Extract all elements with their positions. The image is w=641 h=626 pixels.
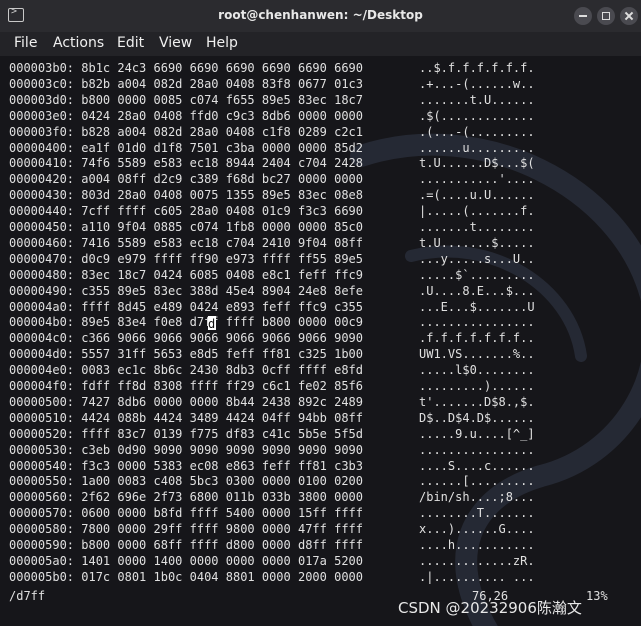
hexdump-row: 000005a0: 1401 0000 1400 0000 0000 0000 … <box>9 553 364 568</box>
hexdump-ascii: .......t........ <box>419 220 535 234</box>
hexdump-ascii: .(...-(......... <box>419 124 535 139</box>
close-button[interactable] <box>620 7 638 25</box>
hexdump-row: 00000590: b800 0000 68ff ffff d800 0000 … <box>9 538 364 552</box>
hexdump-ascii: .......t.U...... <box>419 92 535 107</box>
maximize-button[interactable] <box>597 7 615 25</box>
hexdump-row: 00000520: ffff 83c7 0139 f775 df83 c41c … <box>9 426 364 441</box>
hexdump-ascii: .|.......... ... <box>419 569 535 584</box>
hexdump-ascii: .....$`......... <box>419 267 535 282</box>
menu-view[interactable]: View <box>159 35 192 51</box>
hexdump-row: 00000450: a110 9f04 0885 c074 1fb8 0000 … <box>9 220 364 234</box>
hexdump-row: 000005b0: 017c 0801 1b0c 0404 8801 0000 … <box>9 569 364 584</box>
hexdump-ascii: ......[......... <box>419 474 535 489</box>
menu-file[interactable]: File <box>14 35 37 51</box>
menu-bar: File Actions Edit View Help <box>0 32 641 56</box>
hexdump-ascii: |.....(.......f. <box>419 204 535 219</box>
terminal-area[interactable]: 000003b0: 8b1c 24c3 6690 6690 6690 6690 … <box>0 56 641 626</box>
hexdump-ascii: .$(............. <box>419 108 535 123</box>
hexdump-row: 00000400: ea1f 01d0 d1f8 7501 c3ba 0000 … <box>9 140 364 155</box>
hexdump-ascii: .........)...... <box>419 379 535 393</box>
hexdump-ascii: ...........'.... <box>419 172 535 187</box>
hexdump-ascii: D$..D$4.D$...... <box>419 410 535 425</box>
hexdump-ascii: .f.f.f.f.f.f.f.. <box>419 331 535 346</box>
hexdump-row: 000004a0: ffff 8d45 e489 0424 e893 feff … <box>9 299 364 314</box>
hexdump-ascii: t'.......D$8.,$. <box>419 394 535 409</box>
hexdump-row: 000004b0: 89e5 83e4 f0e8 d7ff ffff b800 … <box>9 315 364 330</box>
hexdump-ascii: ..$.f.f.f.f.f.f. <box>419 61 535 75</box>
hexdump-row: 000003c0: b82b a004 082d 28a0 0408 83f8 … <box>9 76 364 91</box>
hexdump-ascii: ....S....c...... <box>419 458 535 473</box>
watermark: CSDN @20232906陈瀚文 <box>398 599 582 617</box>
hexdump-ascii: .+...-(......w.. <box>419 76 535 91</box>
scroll-percent: 13% <box>586 589 608 603</box>
hexdump-row: 000004d0: 5557 31ff 5653 e8d5 feff ff81 … <box>9 347 364 362</box>
menu-edit[interactable]: Edit <box>117 35 144 51</box>
hexdump-row: 000003b0: 8b1c 24c3 6690 6690 6690 6690 … <box>9 61 364 75</box>
hexdump-ascii: t.U.......$..... <box>419 235 535 250</box>
hexdump-row: 00000440: 7cff ffff c605 28a0 0408 01c9 … <box>9 204 364 219</box>
hexdump-row: 000003f0: b828 a004 082d 28a0 0408 c1f8 … <box>9 124 364 139</box>
menu-actions[interactable]: Actions <box>53 35 104 51</box>
hexdump-ascii: .............zR. <box>419 553 535 568</box>
hexdump-row: 00000470: d0c9 e979 ffff ff90 e973 ffff … <box>9 251 364 266</box>
hexdump-row: 00000460: 7416 5589 e583 ec18 c704 2410 … <box>9 235 364 250</box>
hexdump-row: 000004f0: fdff ff8d 8308 ffff ff29 c6c1 … <box>9 379 364 393</box>
hexdump-row: 000004c0: c366 9066 9066 9066 9066 9066 … <box>9 331 364 346</box>
hexdump-ascii: ...E...$.......U <box>419 299 535 314</box>
hexdump-ascii: .=(....u.U...... <box>419 188 535 203</box>
hexdump-ascii: ...y.....s...U.. <box>419 251 535 266</box>
hexdump-ascii: ....h........... <box>419 538 535 552</box>
hexdump-ascii: x...)......G.... <box>419 522 535 537</box>
hexdump-ascii: ................ <box>419 315 535 330</box>
hexdump-row: 00000490: c355 89e5 83ec 388d 45e4 8904 … <box>9 283 364 298</box>
menu-help[interactable]: Help <box>206 35 238 51</box>
hexdump-row: 00000510: 4424 088b 4424 3489 4424 04ff … <box>9 410 364 425</box>
window-title: root@chenhanwen: ~/Desktop <box>218 8 423 22</box>
hexdump-row: 00000540: f3c3 0000 5383 ec08 e863 feff … <box>9 458 364 473</box>
hexdump-ascii: .....9.u....[^_] <box>419 426 535 441</box>
minimize-button[interactable] <box>574 7 592 25</box>
hexdump-row: 00000560: 2f62 696e 2f73 6800 011b 033b … <box>9 490 364 505</box>
command-line[interactable]: /d7ff <box>9 589 45 603</box>
hexdump-row: 000003d0: b800 0000 0085 c074 f655 89e5 … <box>9 92 364 107</box>
hexdump-ascii: UW1.VS.......%.. <box>419 347 535 362</box>
hexdump-ascii: ......u......... <box>419 140 535 155</box>
hexdump-ascii: /bin/sh....;8... <box>419 490 535 505</box>
hexdump-row: 000004e0: 0083 ec1c 8b6c 2430 8db3 0cff … <box>9 363 364 378</box>
title-bar: root@chenhanwen: ~/Desktop <box>0 0 641 32</box>
cursor-character: d <box>208 317 216 331</box>
hexdump-row: 00000480: 83ec 18c7 0424 6085 0408 e8c1 … <box>9 267 364 282</box>
hexdump-row: 00000430: 803d 28a0 0408 0075 1355 89e5 … <box>9 188 364 203</box>
hexdump-row: 00000530: c3eb 0d90 9090 9090 9090 9090 … <box>9 442 364 457</box>
hexdump-row: 00000500: 7427 8db6 0000 0000 8b44 2438 … <box>9 394 364 409</box>
hexdump-ascii: ................ <box>419 442 535 457</box>
hexdump-row: 00000570: 0600 0000 b8fd ffff 5400 0000 … <box>9 506 364 521</box>
hexdump-row: 00000410: 74f6 5589 e583 ec18 8944 2404 … <box>9 156 364 171</box>
hexdump-ascii: t.U......D$...$( <box>419 156 535 171</box>
hexdump-row: 00000420: a004 08ff d2c9 c389 f68d bc27 … <box>9 172 364 187</box>
hexdump-ascii: .....l$0........ <box>419 363 535 378</box>
hexdump-row: 00000580: 7800 0000 29ff ffff 9800 0000 … <box>9 522 364 537</box>
hexdump-row: 000003e0: 0424 28a0 0408 ffd0 c9c3 8db6 … <box>9 108 364 123</box>
hexdump-ascii: .U....8.E...$... <box>419 283 535 298</box>
hexdump-ascii: ........T....... <box>419 506 535 521</box>
hexdump-row: 00000550: 1a00 0083 c408 5bc3 0300 0000 … <box>9 474 364 489</box>
